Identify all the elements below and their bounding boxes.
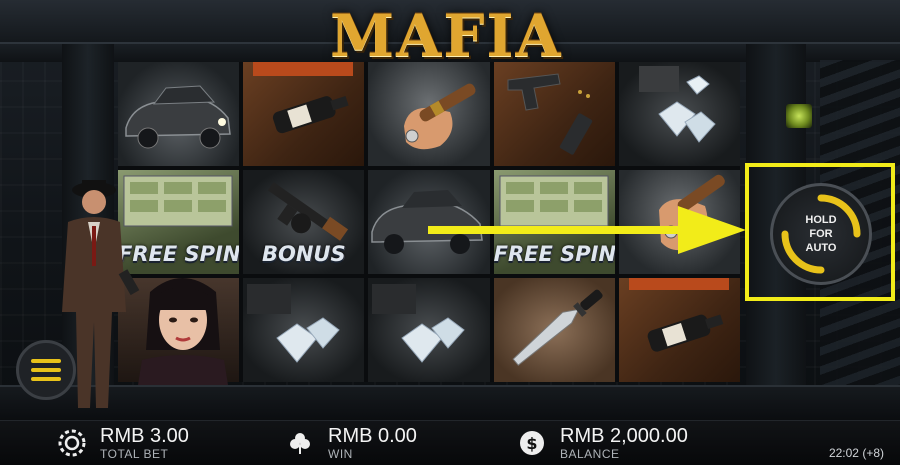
chip-icon <box>58 429 86 457</box>
total-bet-label: TOTAL BET <box>100 447 169 461</box>
menu-button[interactable] <box>16 340 76 400</box>
total-bet-value: RMB 3.00 <box>100 425 189 447</box>
dollar-coin-icon: $ <box>518 429 546 457</box>
clock: 22:02 (+8) <box>828 446 884 460</box>
arrow-indicator <box>428 206 746 254</box>
hamburger-menu-icon <box>31 359 61 381</box>
symbol-diamonds <box>618 62 740 166</box>
spin-arc-icon <box>781 194 861 274</box>
win-value: RMB 0.00 <box>328 425 417 447</box>
win-label: WIN <box>328 447 353 461</box>
win-display: RMB 0.00 WIN <box>286 424 417 462</box>
balance-value: RMB 2,000.00 <box>560 425 688 447</box>
symbol-knife <box>493 278 615 382</box>
symbol-car <box>118 62 240 166</box>
symbol-bonus: BONUS <box>243 170 365 274</box>
femme-fatale-character <box>138 278 228 385</box>
symbol-bottle <box>618 278 740 382</box>
symbol-diamonds <box>243 278 365 382</box>
game-logo: MAFIA <box>330 2 563 70</box>
symbol-bottle <box>243 62 365 166</box>
total-bet-display[interactable]: RMB 3.00 TOTAL BET <box>58 424 189 462</box>
symbol-pistol <box>493 62 615 166</box>
hold-for-auto-button[interactable]: HOLD FOR AUTO <box>756 182 886 286</box>
clover-icon <box>286 429 314 457</box>
spin-button-circle[interactable]: HOLD FOR AUTO <box>770 183 872 285</box>
svg-text:$: $ <box>526 434 537 453</box>
balance-display: $ RMB 2,000.00 BALANCE <box>518 424 688 462</box>
street-lamp <box>786 104 812 128</box>
balance-label: BALANCE <box>560 447 620 461</box>
symbol-diamonds <box>368 278 490 382</box>
bonus-label: BONUS <box>261 242 346 266</box>
symbol-cigar <box>368 62 490 166</box>
